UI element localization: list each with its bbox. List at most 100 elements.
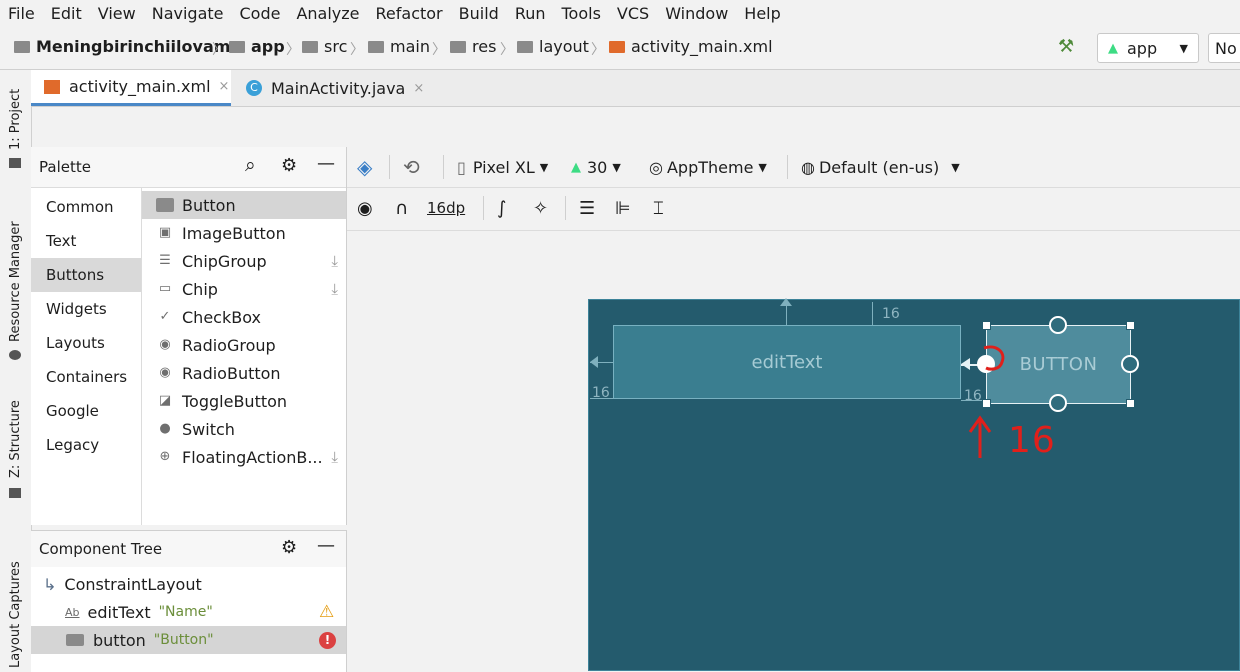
menu-file[interactable]: File bbox=[0, 4, 43, 23]
pack-icon[interactable]: ☰ bbox=[579, 188, 595, 228]
palette-item-radiobutton[interactable]: ◉ RadioButton bbox=[142, 359, 346, 387]
menu-help[interactable]: Help bbox=[736, 4, 788, 23]
download-icon[interactable]: ⤓ bbox=[331, 448, 338, 466]
breadcrumb-app[interactable]: app bbox=[229, 37, 285, 56]
globe-icon: ◍ bbox=[801, 157, 815, 177]
toolbar-divider bbox=[389, 155, 390, 179]
breadcrumb-src[interactable]: src bbox=[302, 37, 347, 56]
tab-activity-main-xml[interactable]: activity_main.xml × bbox=[31, 70, 231, 106]
palette-item-checkbox[interactable]: ✓ CheckBox bbox=[142, 303, 346, 331]
theme-selector[interactable]: ◎ AppTheme ▼ bbox=[649, 147, 767, 187]
category-common[interactable]: Common bbox=[31, 190, 141, 224]
minimize-icon[interactable]: — bbox=[317, 535, 335, 556]
palette-item-chipgroup[interactable]: ☰ ChipGroup ⤓ bbox=[142, 247, 346, 275]
palette-item-button[interactable]: Button bbox=[142, 191, 346, 219]
view-options-eye-icon[interactable]: ◉ bbox=[357, 188, 373, 228]
palette-item-chip[interactable]: ▭ Chip ⤓ bbox=[142, 275, 346, 303]
palette-item-radiogroup[interactable]: ◉ RadioGroup bbox=[142, 331, 346, 359]
category-text[interactable]: Text bbox=[31, 224, 141, 258]
constraint-anchor-top[interactable] bbox=[1049, 316, 1067, 334]
top-margin-label: 16 bbox=[882, 306, 900, 322]
menu-edit[interactable]: Edit bbox=[43, 4, 90, 23]
design-toolbar-bottom: ◉ ∩ 16dp ∫ ✧ ☰ ⊫ ⌶ bbox=[347, 188, 1240, 231]
edittext-widget[interactable]: editText bbox=[613, 325, 961, 399]
gear-icon[interactable]: ⚙ bbox=[281, 155, 297, 176]
palette-item-switch[interactable]: ● Switch bbox=[142, 415, 346, 443]
run-configuration-dropdown[interactable]: ▲ app ▼ bbox=[1097, 33, 1199, 63]
red-annotation-label: 16 bbox=[1008, 420, 1056, 461]
menu-refactor[interactable]: Refactor bbox=[368, 4, 451, 23]
layers-icon[interactable]: ◈ bbox=[357, 147, 372, 187]
palette-item-fab[interactable]: ⊕ FloatingActionB... ⤓ bbox=[142, 443, 346, 471]
guidelines-icon[interactable]: ⌶ bbox=[653, 188, 664, 228]
menu-view[interactable]: View bbox=[90, 4, 144, 23]
locale-selector[interactable]: ◍ Default (en-us) ▼ bbox=[801, 147, 960, 187]
constraintlayout-icon: ↳ bbox=[43, 574, 57, 594]
resize-handle-bottom-right[interactable] bbox=[1126, 399, 1135, 408]
download-icon[interactable]: ⤓ bbox=[331, 252, 338, 270]
align-icon[interactable]: ⊫ bbox=[615, 188, 631, 228]
close-icon[interactable]: × bbox=[413, 81, 424, 96]
checkmark-icon: ✓ bbox=[159, 309, 171, 324]
warning-icon[interactable]: ⚠ bbox=[319, 602, 334, 622]
default-margin-button[interactable]: 16dp bbox=[427, 188, 465, 228]
menu-window[interactable]: Window bbox=[657, 4, 736, 23]
constraint-arrow-up bbox=[780, 298, 792, 306]
radio-icon: ◉ bbox=[159, 365, 171, 380]
close-icon[interactable]: × bbox=[219, 79, 230, 94]
breadcrumb-separator: 〉 bbox=[432, 42, 446, 58]
breadcrumb-file[interactable]: activity_main.xml bbox=[609, 37, 773, 56]
tree-row-constraintlayout[interactable]: ↳ ConstraintLayout bbox=[31, 570, 346, 598]
palette-item-imagebutton[interactable]: ▣ ImageButton bbox=[142, 219, 346, 247]
category-google[interactable]: Google bbox=[31, 394, 141, 428]
folder-icon bbox=[14, 40, 30, 53]
error-icon[interactable]: ! bbox=[319, 631, 336, 649]
breadcrumb-main[interactable]: main bbox=[368, 37, 430, 56]
breadcrumb-project[interactable]: Meningbirinchiilovam bbox=[14, 37, 230, 56]
breadcrumb-res[interactable]: res bbox=[450, 37, 496, 56]
chevron-down-icon: ▼ bbox=[539, 160, 549, 174]
category-buttons[interactable]: Buttons bbox=[31, 258, 141, 292]
category-widgets[interactable]: Widgets bbox=[31, 292, 141, 326]
layout-captures-tab[interactable]: Layout Captures bbox=[8, 561, 23, 668]
infer-constraints-magic-icon[interactable]: ✧ bbox=[533, 188, 548, 228]
resize-handle-top-left[interactable] bbox=[982, 321, 991, 330]
device-selector[interactable]: ▯ Pixel XL ▼ bbox=[457, 147, 548, 187]
category-containers[interactable]: Containers bbox=[31, 360, 141, 394]
resource-folder-icon bbox=[450, 40, 466, 53]
structure-tool-tab[interactable]: Z: Structure bbox=[8, 400, 23, 478]
menu-build[interactable]: Build bbox=[451, 4, 507, 23]
menu-vcs[interactable]: VCS bbox=[609, 4, 657, 23]
palette-item-togglebutton[interactable]: ◪ ToggleButton bbox=[142, 387, 346, 415]
red-arrow-up-icon bbox=[968, 415, 992, 458]
edittext-label: editText bbox=[751, 351, 823, 373]
category-legacy[interactable]: Legacy bbox=[31, 428, 141, 462]
resource-manager-tab[interactable]: Resource Manager bbox=[8, 221, 23, 342]
gear-icon[interactable]: ⚙ bbox=[281, 537, 297, 558]
menu-code[interactable]: Code bbox=[232, 4, 289, 23]
device-dropdown[interactable]: No bbox=[1208, 33, 1240, 63]
clear-constraints-icon[interactable]: ∫ bbox=[497, 188, 506, 228]
constraint-anchor-end[interactable] bbox=[1121, 355, 1139, 373]
tab-mainactivity-java[interactable]: C MainActivity.java × bbox=[241, 70, 446, 106]
breadcrumb-layout[interactable]: layout bbox=[517, 37, 589, 56]
project-tool-tab[interactable]: 1: Project bbox=[8, 89, 23, 150]
build-hammer-icon[interactable]: ⚒ bbox=[1058, 36, 1074, 57]
orientation-icon[interactable]: ⟲ bbox=[403, 147, 420, 187]
menu-tools[interactable]: Tools bbox=[554, 4, 609, 23]
minimize-icon[interactable]: — bbox=[317, 153, 335, 174]
menu-navigate[interactable]: Navigate bbox=[144, 4, 232, 23]
resize-handle-top-right[interactable] bbox=[1126, 321, 1135, 330]
menu-run[interactable]: Run bbox=[507, 4, 554, 23]
download-icon[interactable]: ⤓ bbox=[331, 280, 338, 298]
red-bracket-mark bbox=[983, 345, 1005, 371]
tree-row-button[interactable]: button "Button" ! bbox=[31, 626, 346, 654]
tree-row-edittext[interactable]: Ab editText "Name" ⚠ bbox=[31, 598, 346, 626]
magnet-icon[interactable]: ∩ bbox=[395, 188, 408, 228]
api-level-selector[interactable]: ▲ 30 ▼ bbox=[571, 147, 621, 187]
palette-panel: Palette ⌕ ⚙ — Common Text Buttons Widget… bbox=[31, 147, 347, 525]
search-icon[interactable]: ⌕ bbox=[245, 154, 256, 176]
menu-analyze[interactable]: Analyze bbox=[288, 4, 367, 23]
category-layouts[interactable]: Layouts bbox=[31, 326, 141, 360]
component-tree-title: Component Tree bbox=[39, 540, 163, 558]
